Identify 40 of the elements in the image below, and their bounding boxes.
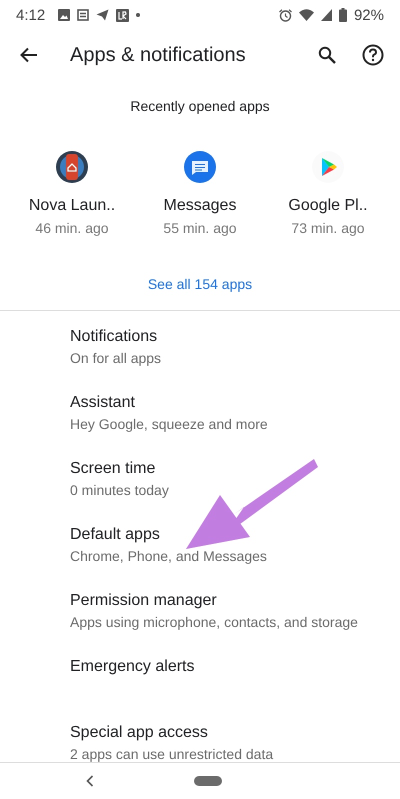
clock: 4:12 <box>16 6 46 24</box>
send-icon <box>96 9 110 21</box>
app-icon[interactable] <box>56 151 88 183</box>
setting-summary: Hey Google, squeeze and more <box>70 416 269 432</box>
battery-percentage: 92% <box>354 6 384 24</box>
app-name[interactable]: Messages <box>164 197 236 215</box>
setting-title[interactable]: Permission manager <box>70 592 384 610</box>
setting-summary: 0 minutes today <box>70 482 170 498</box>
setting-title[interactable]: Screen time <box>70 460 384 478</box>
setting-title[interactable]: Assistant <box>70 394 384 412</box>
search-icon <box>318 46 336 64</box>
wifi-icon <box>298 9 314 21</box>
setting-title[interactable]: Notifications <box>70 328 384 346</box>
setting-summary: Apps using microphone, contacts, and storage <box>70 614 359 630</box>
setting-summary: On for all apps <box>70 350 162 366</box>
last-opened-time: 73 min. ago <box>291 220 365 236</box>
battery-icon <box>338 8 347 22</box>
chevron-left-icon <box>86 775 94 787</box>
back-arrow-icon <box>20 47 38 63</box>
see-all-apps-link[interactable]: See all 154 apps <box>144 272 256 296</box>
setting-title[interactable]: Emergency alerts <box>70 658 384 676</box>
setting-summary: 2 apps can use unrestricted data <box>70 746 274 762</box>
last-opened-time: 46 min. ago <box>35 220 109 236</box>
setting-title[interactable]: Special app access <box>70 724 384 742</box>
home-button[interactable] <box>194 776 222 786</box>
image-icon <box>58 9 70 21</box>
help-icon <box>362 44 384 66</box>
dot-icon <box>136 13 140 17</box>
signal-icon <box>320 9 332 21</box>
last-opened-time: 55 min. ago <box>163 220 237 236</box>
app-badge-icon <box>116 8 130 22</box>
screen-title: Apps & notifications <box>70 44 247 66</box>
section-heading: Recently opened apps <box>130 98 270 114</box>
setting-summary: Chrome, Phone, and Messages <box>70 548 268 564</box>
app-name[interactable]: Google Pl.. <box>288 197 368 215</box>
news-icon <box>77 9 90 21</box>
app-name[interactable]: Nova Laun.. <box>28 197 116 215</box>
setting-title[interactable]: Default apps <box>70 526 384 544</box>
alarm-icon <box>278 8 292 22</box>
chat-icon[interactable] <box>184 151 216 183</box>
